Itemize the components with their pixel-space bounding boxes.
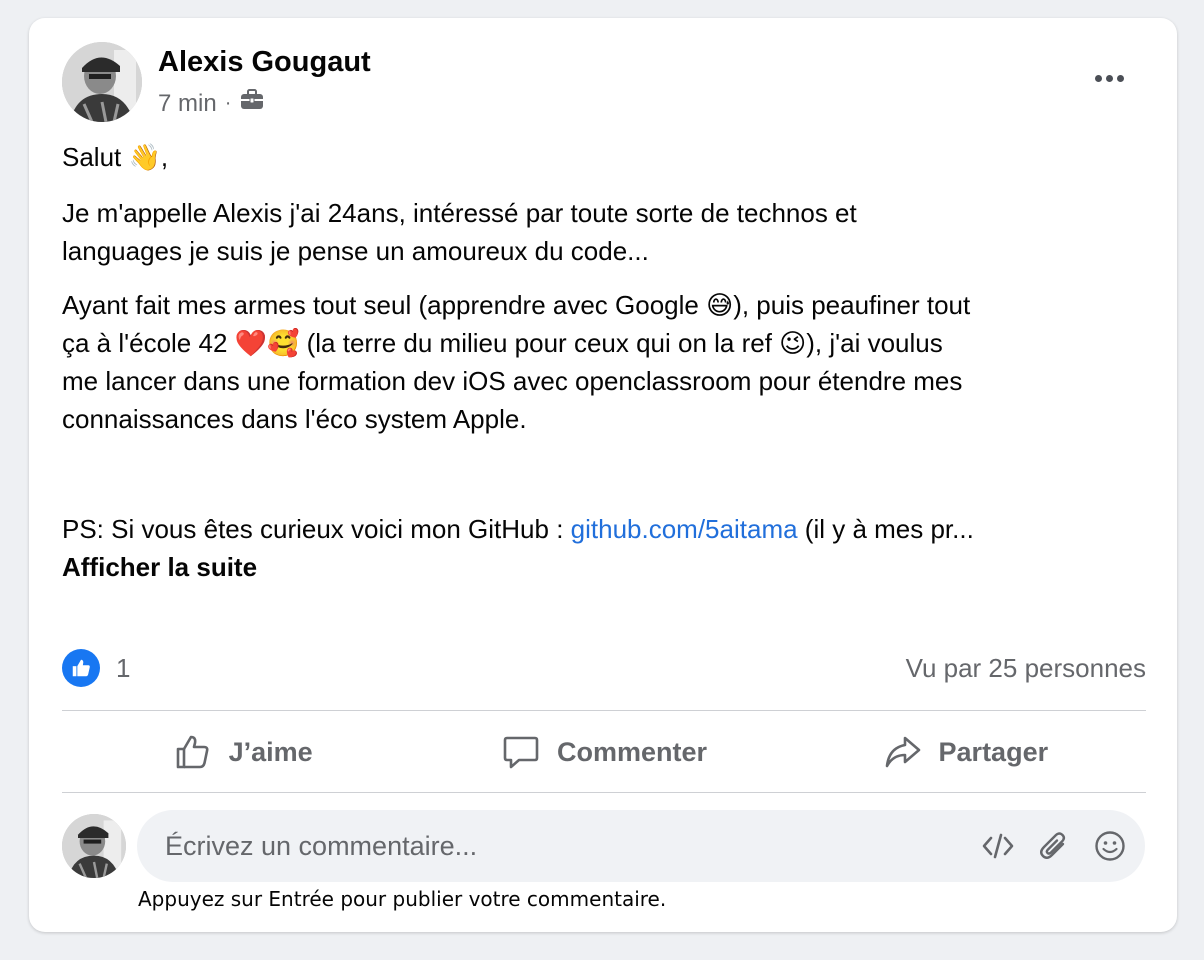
see-more-link[interactable]: Afficher la suite (62, 548, 257, 586)
post-line: ça à l'école 42 ❤️🥰 (la terre du milieu … (62, 328, 943, 358)
comment-hint: Appuyez sur Entrée pour publier votre co… (138, 887, 667, 911)
post-greeting: Salut 👋, (62, 142, 169, 172)
like-reaction-icon[interactable] (62, 649, 100, 687)
post-card: Alexis Gougaut 7 min · Salut 👋, Je m'app… (29, 18, 1177, 932)
comment-button[interactable]: Commenter (423, 718, 784, 786)
dot-icon (1094, 74, 1102, 82)
post-line: connaissances dans l'éco system Apple. (62, 404, 527, 434)
seen-by-count[interactable]: Vu par 25 personnes (906, 653, 1146, 684)
comment-input[interactable] (163, 829, 947, 863)
post-time[interactable]: 7 min (158, 90, 217, 118)
code-icon[interactable] (981, 829, 1015, 863)
post-actions: J’aime Commenter Partager (62, 718, 1146, 786)
emoji-smiley-icon[interactable] (1093, 829, 1127, 863)
dot-icon (1105, 74, 1113, 82)
like-button-label: J’aime (228, 736, 313, 767)
post-line: me lancer dans une formation dev iOS ave… (62, 366, 963, 396)
comment-bubble-icon (503, 736, 539, 769)
github-link[interactable]: github.com/5aitama (571, 514, 798, 544)
paperclip-icon[interactable] (1037, 829, 1071, 863)
meta-separator: · (224, 92, 232, 114)
ps-prefix: PS: Si vous êtes curieux voici mon GitHu… (62, 514, 571, 544)
comment-button-label: Commenter (556, 736, 707, 767)
post-line: Ayant fait mes armes tout seul (apprendr… (62, 290, 971, 320)
author-name[interactable]: Alexis Gougaut (158, 46, 371, 79)
share-button-label: Partager (938, 736, 1049, 767)
reactions-bar: 1 Vu par 25 personnes (62, 646, 1146, 690)
dot-icon (1116, 74, 1124, 82)
divider (62, 792, 1146, 793)
post-line: languages je suis je pense un amoureux d… (62, 236, 649, 266)
thumbs-up-icon (176, 735, 209, 769)
comment-tools (981, 829, 1127, 863)
post-meta: 7 min · (158, 88, 265, 119)
share-button[interactable]: Partager (785, 718, 1146, 786)
divider (62, 710, 1146, 711)
post-paragraph-2: Ayant fait mes armes tout seul (apprendr… (62, 286, 970, 438)
post-paragraph-1: Je m'appelle Alexis j'ai 24ans, intéress… (62, 194, 857, 270)
share-arrow-icon (885, 736, 920, 768)
like-button[interactable]: J’aime (62, 718, 423, 786)
author-avatar[interactable] (62, 42, 142, 122)
ps-suffix: (il y à mes pr... (797, 514, 974, 544)
more-options-button[interactable] (1089, 66, 1129, 90)
like-count[interactable]: 1 (116, 653, 130, 684)
comment-composer (137, 810, 1145, 882)
post-line: Je m'appelle Alexis j'ai 24ans, intéress… (62, 198, 857, 228)
current-user-avatar[interactable] (62, 814, 126, 878)
post-ps-line: PS: Si vous êtes curieux voici mon GitHu… (62, 510, 974, 548)
briefcase-icon[interactable] (239, 88, 265, 119)
